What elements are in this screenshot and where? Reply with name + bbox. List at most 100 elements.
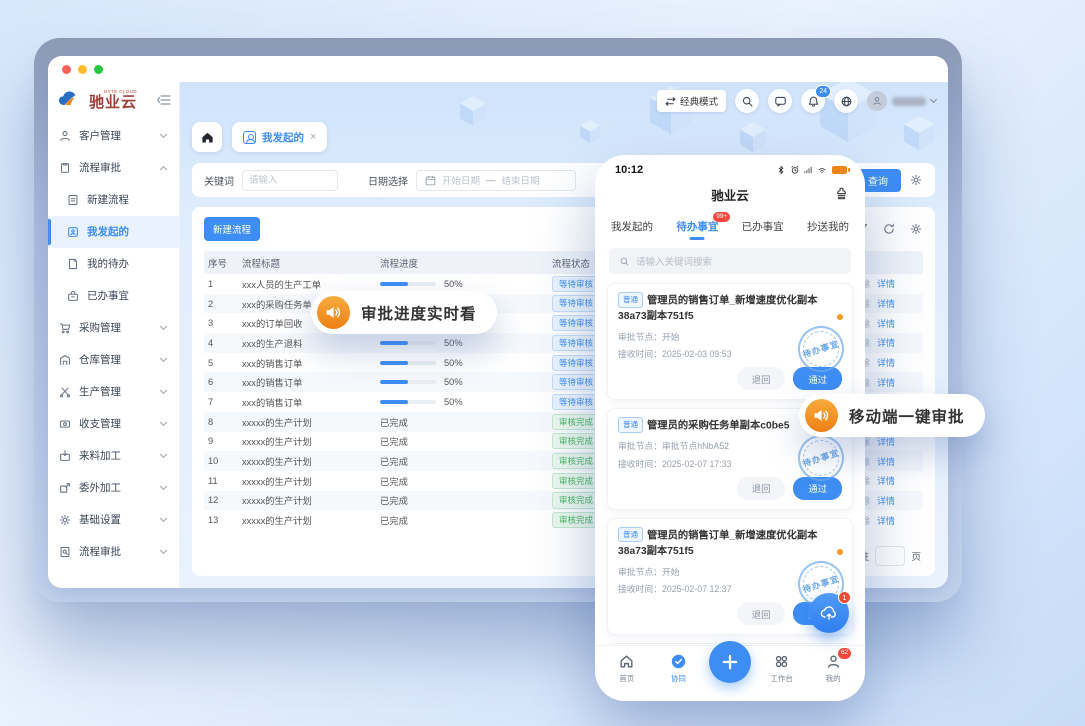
reject-button[interactable]: 退回	[737, 477, 786, 500]
sidebar-item-done[interactable]: 已办事宜	[48, 280, 179, 312]
approval-icon	[58, 161, 72, 175]
cloud-sync-fab[interactable]: 1	[809, 593, 849, 633]
chevron-down-icon	[160, 450, 167, 457]
sidebar-collapse-icon[interactable]	[157, 94, 171, 106]
window-titlebar	[48, 56, 948, 82]
nav-collaboration[interactable]: 协同	[657, 653, 699, 684]
home-icon	[200, 130, 215, 144]
sidebar-item-settings[interactable]: 基础设置	[48, 504, 179, 536]
status-badge: 等待审核	[552, 315, 600, 331]
priority-badge: 普通	[618, 292, 643, 308]
sidebar-item-outsource[interactable]: 委外加工	[48, 472, 179, 504]
detail-link[interactable]: 详情	[877, 297, 895, 310]
notification-badge: 24	[815, 85, 831, 98]
iso-cube-decoration	[460, 96, 486, 126]
chevron-down-icon	[160, 130, 167, 137]
phone-status-bar: 10:12	[595, 155, 865, 185]
warehouse-icon	[58, 353, 72, 367]
sidebar-item-production[interactable]: 生产管理	[48, 376, 179, 408]
collaboration-icon	[670, 653, 687, 670]
money-icon	[58, 417, 72, 431]
search-icon[interactable]	[735, 89, 759, 113]
refresh-icon[interactable]	[882, 222, 896, 236]
nav-profile[interactable]: 我的 62	[812, 653, 854, 684]
nav-workbench[interactable]: 工作台	[761, 653, 803, 684]
calendar-icon	[425, 175, 436, 186]
reject-button[interactable]: 退回	[737, 367, 786, 390]
new-process-button[interactable]: 新建流程	[204, 217, 260, 241]
todo-icon	[66, 257, 80, 271]
keyword-input[interactable]	[242, 170, 338, 191]
globe-icon[interactable]	[834, 89, 858, 113]
detail-link[interactable]: 详情	[877, 317, 895, 330]
reject-button[interactable]: 退回	[737, 602, 786, 625]
page-number-input[interactable]	[875, 546, 905, 566]
sidebar-item-finance[interactable]: 收支管理	[48, 408, 179, 440]
chevron-down-icon	[160, 386, 167, 393]
phone-tab-done[interactable]: 已办事宜	[742, 219, 784, 234]
alarm-icon	[790, 165, 800, 175]
phone-search-input[interactable]: 请输入关键词搜索	[609, 248, 851, 274]
tab-close-icon[interactable]: ×	[310, 131, 316, 143]
bluetooth-icon	[776, 165, 786, 175]
callout-mobile: 移动端一键审批	[799, 394, 985, 437]
user-name-blurred	[892, 97, 926, 106]
message-icon[interactable]	[768, 89, 792, 113]
progress-bar	[380, 380, 436, 384]
create-new-button[interactable]	[709, 641, 751, 683]
maximize-window-dot[interactable]	[94, 65, 103, 74]
wifi-icon	[817, 165, 827, 175]
date-label: 日期选择	[368, 173, 408, 188]
sidebar-item-approval[interactable]: 流程审批	[48, 152, 179, 184]
search-icon	[619, 256, 630, 267]
filter-settings-gear-icon[interactable]	[909, 173, 923, 187]
detail-link[interactable]: 详情	[877, 474, 895, 487]
sidebar-item-my-initiated[interactable]: 我发起的	[48, 216, 179, 248]
sidebar-item-flow-audit[interactable]: 流程审批	[48, 536, 179, 568]
detail-link[interactable]: 详情	[877, 514, 895, 527]
detail-link[interactable]: 详情	[877, 336, 895, 349]
swap-icon	[665, 97, 676, 106]
notification-bell-icon[interactable]: 24	[801, 89, 825, 113]
speaker-icon	[805, 399, 838, 432]
unread-dot	[837, 314, 843, 320]
new-flow-icon	[66, 193, 80, 207]
detail-link[interactable]: 详情	[877, 277, 895, 290]
sidebar-item-customer[interactable]: 客户管理	[48, 120, 179, 152]
stamp-seal-icon[interactable]	[834, 186, 849, 201]
date-range-picker[interactable]: 开始日期 — 结束日期	[416, 170, 576, 191]
tools-icon	[58, 385, 72, 399]
priority-badge: 普通	[618, 417, 643, 433]
home-tab-button[interactable]	[192, 122, 222, 152]
status-badge: 等待审核	[552, 276, 600, 292]
logo-name: 驰业云	[89, 95, 137, 110]
detail-link[interactable]: 详情	[877, 494, 895, 507]
chevron-up-icon	[160, 165, 167, 172]
classic-mode-button[interactable]: 经典模式	[657, 90, 726, 112]
approval-card[interactable]: 普通管理员的销售订单_新增速度优化副本38a73副本751f5 待办事宜 审批节…	[607, 283, 853, 400]
detail-link[interactable]: 详情	[877, 376, 895, 389]
sidebar-item-new-flow[interactable]: 新建流程	[48, 184, 179, 216]
phone-tab-initiated[interactable]: 我发起的	[611, 219, 653, 234]
minimize-window-dot[interactable]	[78, 65, 87, 74]
detail-link[interactable]: 详情	[877, 455, 895, 468]
sidebar-item-my-todo[interactable]: 我的待办	[48, 248, 179, 280]
phone-tab-todo[interactable]: 待办事宜99+	[676, 219, 718, 234]
battery-icon	[832, 166, 847, 174]
nav-home[interactable]: 首页	[606, 653, 648, 684]
topbar: 经典模式 24	[657, 89, 936, 113]
close-window-dot[interactable]	[62, 65, 71, 74]
phone-tab-cc[interactable]: 抄送我的	[807, 219, 849, 234]
column-settings-gear-icon[interactable]	[909, 222, 923, 236]
status-badge: 等待审核	[552, 374, 600, 390]
sidebar-item-warehouse[interactable]: 仓库管理	[48, 344, 179, 376]
tab-my-initiated[interactable]: 我发起的 ×	[232, 122, 327, 152]
sidebar-item-incoming[interactable]: 来料加工	[48, 440, 179, 472]
status-badge: 审核完成	[552, 453, 600, 469]
phone-tab-bar: 我发起的 待办事宜99+ 已办事宜 抄送我的	[595, 209, 865, 241]
detail-link[interactable]: 详情	[877, 356, 895, 369]
status-badge: 审核完成	[552, 473, 600, 489]
done-box-icon	[66, 289, 80, 303]
user-menu[interactable]	[867, 91, 936, 111]
sidebar-item-purchase[interactable]: 采购管理	[48, 312, 179, 344]
